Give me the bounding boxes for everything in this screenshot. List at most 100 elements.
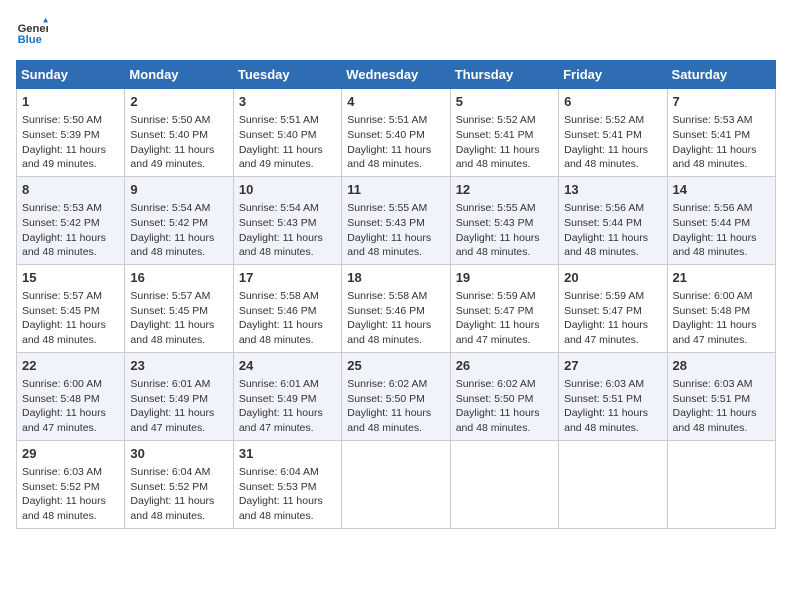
day-header-tuesday: Tuesday xyxy=(233,61,341,89)
calendar-week-row: 8Sunrise: 5:53 AMSunset: 5:42 PMDaylight… xyxy=(17,176,776,264)
calendar-week-row: 15Sunrise: 5:57 AMSunset: 5:45 PMDayligh… xyxy=(17,264,776,352)
day-info: Sunrise: 5:51 AM xyxy=(347,113,444,128)
day-info: Sunset: 5:47 PM xyxy=(456,304,553,319)
day-info: and 48 minutes. xyxy=(239,245,336,260)
day-number: 9 xyxy=(130,181,227,199)
day-info: and 48 minutes. xyxy=(239,509,336,524)
day-info: Daylight: 11 hours xyxy=(564,143,661,158)
day-info: Sunset: 5:53 PM xyxy=(239,480,336,495)
calendar-cell: 18Sunrise: 5:58 AMSunset: 5:46 PMDayligh… xyxy=(342,264,450,352)
day-info: Sunrise: 5:58 AM xyxy=(239,289,336,304)
day-number: 21 xyxy=(673,269,770,287)
calendar-cell: 11Sunrise: 5:55 AMSunset: 5:43 PMDayligh… xyxy=(342,176,450,264)
calendar-cell: 28Sunrise: 6:03 AMSunset: 5:51 PMDayligh… xyxy=(667,352,775,440)
day-info: Sunrise: 6:01 AM xyxy=(239,377,336,392)
day-info: Daylight: 11 hours xyxy=(347,318,444,333)
day-info: Daylight: 11 hours xyxy=(347,143,444,158)
day-number: 3 xyxy=(239,93,336,111)
calendar-cell: 8Sunrise: 5:53 AMSunset: 5:42 PMDaylight… xyxy=(17,176,125,264)
calendar-cell: 12Sunrise: 5:55 AMSunset: 5:43 PMDayligh… xyxy=(450,176,558,264)
day-info: Daylight: 11 hours xyxy=(130,406,227,421)
day-number: 7 xyxy=(673,93,770,111)
day-number: 30 xyxy=(130,445,227,463)
day-info: Sunrise: 5:54 AM xyxy=(130,201,227,216)
calendar-cell: 4Sunrise: 5:51 AMSunset: 5:40 PMDaylight… xyxy=(342,89,450,177)
calendar-cell: 21Sunrise: 6:00 AMSunset: 5:48 PMDayligh… xyxy=(667,264,775,352)
day-number: 8 xyxy=(22,181,119,199)
day-info: Sunrise: 5:51 AM xyxy=(239,113,336,128)
day-info: Sunset: 5:43 PM xyxy=(456,216,553,231)
day-info: and 49 minutes. xyxy=(22,157,119,172)
calendar-cell: 14Sunrise: 5:56 AMSunset: 5:44 PMDayligh… xyxy=(667,176,775,264)
calendar-cell xyxy=(559,440,667,528)
day-info: and 48 minutes. xyxy=(456,421,553,436)
day-info: and 49 minutes. xyxy=(130,157,227,172)
day-number: 19 xyxy=(456,269,553,287)
day-number: 13 xyxy=(564,181,661,199)
day-number: 18 xyxy=(347,269,444,287)
day-info: Daylight: 11 hours xyxy=(22,231,119,246)
day-info: and 47 minutes. xyxy=(239,421,336,436)
day-info: Sunrise: 5:56 AM xyxy=(673,201,770,216)
day-info: Sunrise: 6:02 AM xyxy=(456,377,553,392)
day-info: Sunset: 5:41 PM xyxy=(673,128,770,143)
day-number: 1 xyxy=(22,93,119,111)
day-info: Sunset: 5:40 PM xyxy=(130,128,227,143)
day-info: and 48 minutes. xyxy=(564,245,661,260)
day-info: Sunset: 5:43 PM xyxy=(347,216,444,231)
day-info: Sunset: 5:45 PM xyxy=(130,304,227,319)
logo: General Blue xyxy=(16,16,54,48)
day-info: Sunrise: 6:00 AM xyxy=(673,289,770,304)
day-info: Sunrise: 5:59 AM xyxy=(564,289,661,304)
day-info: Sunset: 5:50 PM xyxy=(347,392,444,407)
day-info: Sunset: 5:40 PM xyxy=(239,128,336,143)
day-info: and 48 minutes. xyxy=(673,245,770,260)
day-info: and 48 minutes. xyxy=(22,333,119,348)
day-info: and 48 minutes. xyxy=(673,157,770,172)
day-info: Daylight: 11 hours xyxy=(456,143,553,158)
day-info: Daylight: 11 hours xyxy=(22,494,119,509)
day-info: and 48 minutes. xyxy=(239,333,336,348)
day-info: Daylight: 11 hours xyxy=(22,406,119,421)
day-info: Sunset: 5:42 PM xyxy=(130,216,227,231)
header: General Blue xyxy=(16,16,776,48)
day-header-saturday: Saturday xyxy=(667,61,775,89)
day-info: Sunrise: 5:56 AM xyxy=(564,201,661,216)
day-header-wednesday: Wednesday xyxy=(342,61,450,89)
calendar-cell: 26Sunrise: 6:02 AMSunset: 5:50 PMDayligh… xyxy=(450,352,558,440)
day-info: and 48 minutes. xyxy=(456,157,553,172)
day-info: Sunrise: 5:52 AM xyxy=(564,113,661,128)
day-info: Daylight: 11 hours xyxy=(673,231,770,246)
day-info: and 48 minutes. xyxy=(347,245,444,260)
day-info: Sunset: 5:45 PM xyxy=(22,304,119,319)
day-info: Sunset: 5:44 PM xyxy=(673,216,770,231)
calendar-cell: 6 Sunrise: 5:52 AMSunset: 5:41 PMDaylight… xyxy=(559,89,667,177)
day-number: 6 xyxy=(564,93,661,111)
logo-icon: General Blue xyxy=(16,16,48,48)
day-info: and 48 minutes. xyxy=(347,421,444,436)
day-info: and 47 minutes. xyxy=(564,333,661,348)
day-number: 16 xyxy=(130,269,227,287)
day-info: Sunset: 5:39 PM xyxy=(22,128,119,143)
calendar-cell: 1Sunrise: 5:50 AMSunset: 5:39 PMDaylight… xyxy=(17,89,125,177)
day-number: 11 xyxy=(347,181,444,199)
day-info: Sunset: 5:46 PM xyxy=(347,304,444,319)
day-info: Daylight: 11 hours xyxy=(673,406,770,421)
day-info: Sunrise: 5:50 AM xyxy=(22,113,119,128)
day-number: 17 xyxy=(239,269,336,287)
day-info: and 48 minutes. xyxy=(456,245,553,260)
day-info: Sunset: 5:47 PM xyxy=(564,304,661,319)
day-info: Sunrise: 5:59 AM xyxy=(456,289,553,304)
day-info: Sunrise: 5:57 AM xyxy=(130,289,227,304)
day-number: 4 xyxy=(347,93,444,111)
calendar-table: SundayMondayTuesdayWednesdayThursdayFrid… xyxy=(16,60,776,529)
day-number: 20 xyxy=(564,269,661,287)
day-info: Sunrise: 6:03 AM xyxy=(673,377,770,392)
day-info: Daylight: 11 hours xyxy=(239,143,336,158)
calendar-cell: 2Sunrise: 5:50 AMSunset: 5:40 PMDaylight… xyxy=(125,89,233,177)
day-number: 27 xyxy=(564,357,661,375)
day-info: Sunrise: 6:04 AM xyxy=(130,465,227,480)
day-info: Sunset: 5:41 PM xyxy=(564,128,661,143)
day-info: Sunset: 5:51 PM xyxy=(564,392,661,407)
day-info: Sunset: 5:44 PM xyxy=(564,216,661,231)
